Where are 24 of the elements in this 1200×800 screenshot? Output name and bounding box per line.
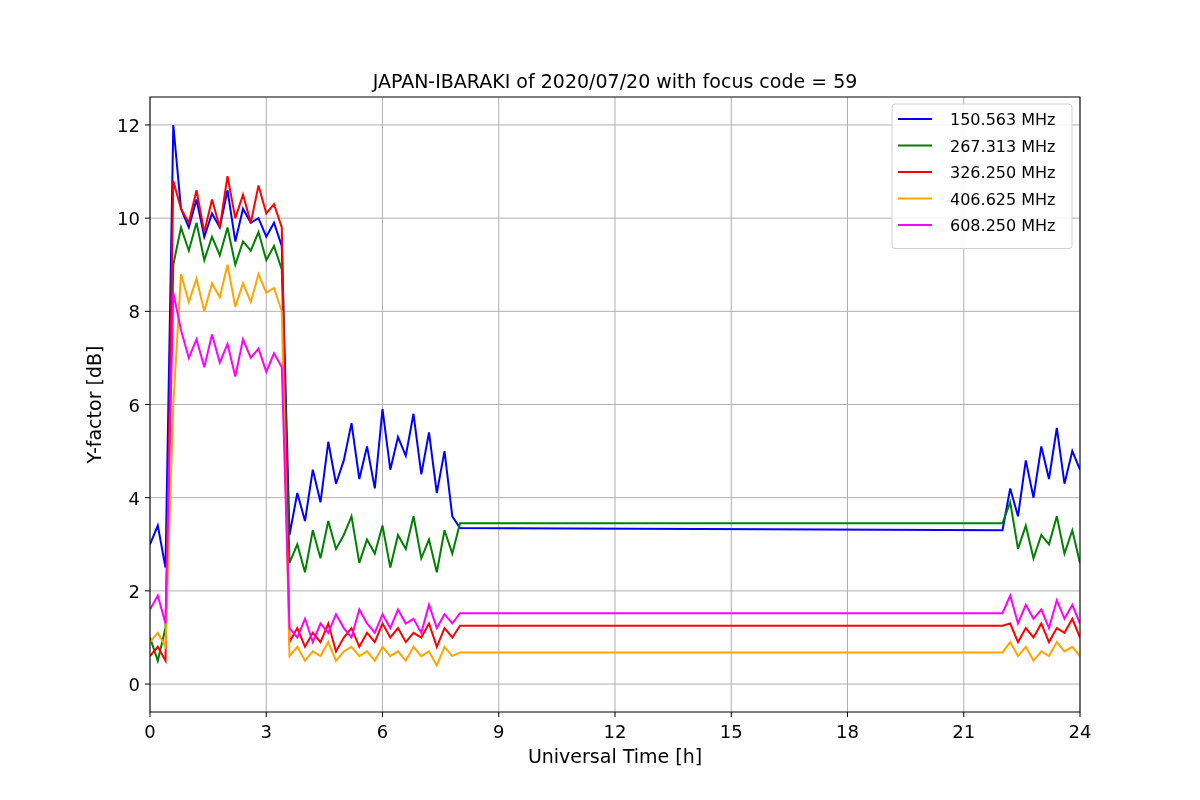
x-tick-label: 9	[493, 721, 505, 742]
legend-label: 150.563 MHz	[950, 110, 1056, 129]
x-tick-label: 18	[836, 721, 859, 742]
y-tick-label: 0	[128, 674, 140, 696]
y-tick-label: 6	[128, 394, 140, 416]
x-axis-label: Universal Time [h]	[527, 745, 703, 767]
x-tick-label: 3	[260, 721, 272, 742]
legend-label: 406.625 MHz	[950, 189, 1056, 209]
x-tick-label: 0	[144, 721, 156, 742]
x-tick-label: 6	[376, 721, 389, 742]
x-tick-label: 24	[1068, 721, 1092, 742]
legend-label: 608.250 MHz	[950, 216, 1056, 235]
legend-label: 267.313 MHz	[950, 136, 1056, 156]
y-axis-label: Y-factor [dB]	[83, 345, 105, 464]
chart-title: JAPAN-IBARAKI of 2020/07/20 with focus code = 59	[372, 70, 858, 92]
legend-label: 326.250 MHz	[950, 163, 1056, 182]
y-tick-label: 2	[128, 580, 140, 602]
x-tick-label: 15	[719, 721, 743, 742]
x-tick-label: 21	[952, 721, 976, 742]
y-tick-label: 12	[117, 114, 140, 136]
x-tick-label: 12	[603, 721, 627, 742]
y-tick-label: 8	[128, 301, 140, 323]
y-tick-label: 10	[117, 208, 140, 230]
y-tick-label: 4	[128, 487, 140, 509]
